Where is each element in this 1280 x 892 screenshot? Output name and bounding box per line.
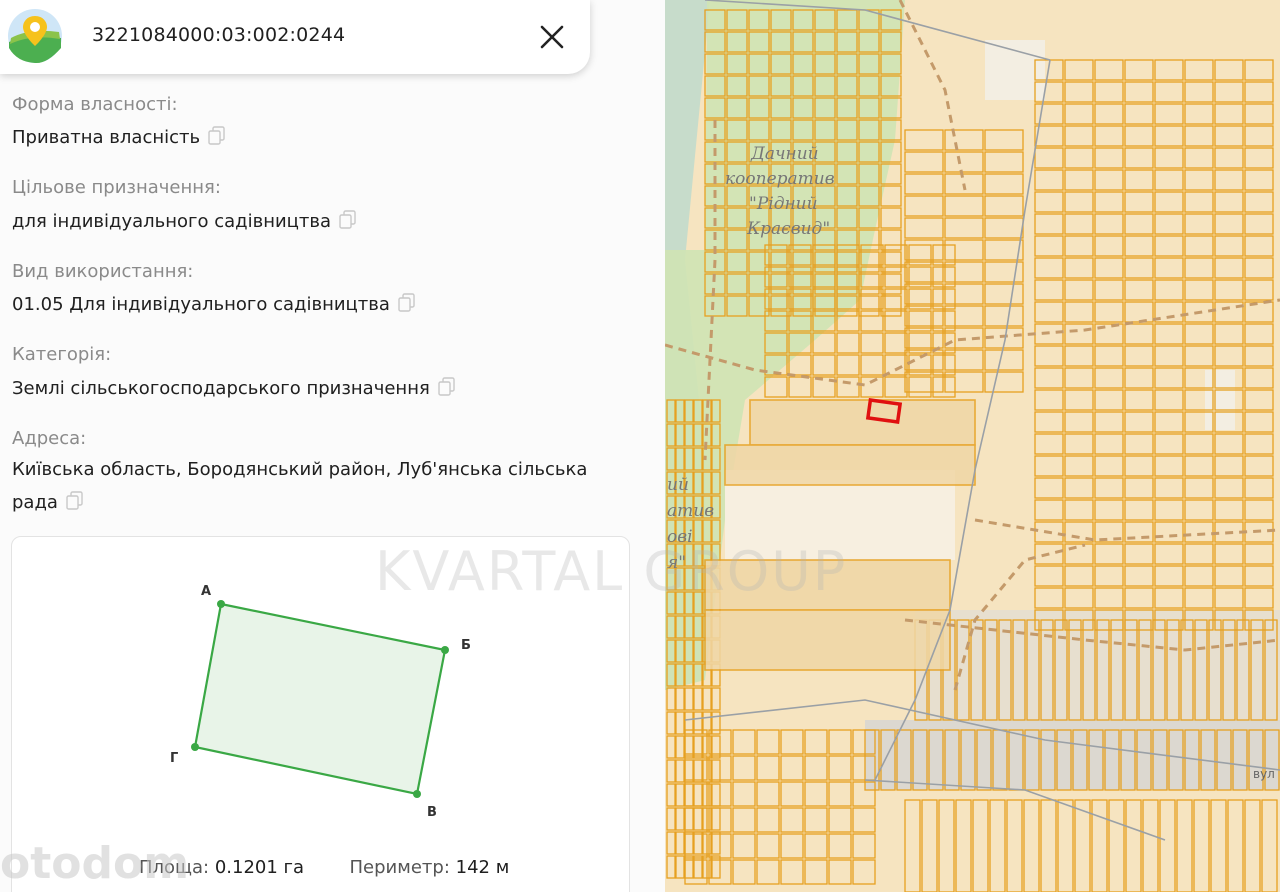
purpose-label: Цільове призначення: bbox=[12, 177, 221, 198]
map-road-label: вул bbox=[1253, 767, 1275, 781]
map-edge-text3: ові bbox=[667, 527, 693, 547]
vertex-b-dot bbox=[441, 646, 449, 654]
copy-icon[interactable] bbox=[66, 491, 84, 511]
map-edge-text4: я" bbox=[667, 553, 686, 573]
map-label-line1: Дачний bbox=[750, 144, 819, 164]
purpose-value: для індивідуального садівництва bbox=[12, 205, 357, 238]
map-pin-logo-icon bbox=[8, 9, 62, 64]
search-bar: 3221084000:03:002:0244 bbox=[0, 0, 590, 74]
ownership-value: Приватна власність bbox=[12, 121, 226, 154]
category-label: Категорія: bbox=[12, 344, 112, 365]
map-label-line3: "Рідний bbox=[749, 194, 818, 214]
copy-icon[interactable] bbox=[208, 126, 226, 146]
address-value-text: рада bbox=[12, 492, 58, 513]
usage-value-text: 01.05 Для індивідуального садівництва bbox=[12, 294, 390, 315]
copy-icon[interactable] bbox=[398, 293, 416, 313]
vertex-g-dot bbox=[191, 743, 199, 751]
vertex-v-label: В bbox=[427, 805, 437, 820]
address-value-line1: Київська область, Бородянський район, Лу… bbox=[12, 459, 588, 480]
parcel-shape-card: А Б В Г Площа: 0.1201 га Периметр: 142 м bbox=[11, 536, 630, 892]
map-canvas[interactable]: Дачний кооператив "Рідний Краєвид" ий ат… bbox=[665, 0, 1280, 892]
close-icon[interactable] bbox=[534, 19, 570, 55]
area-label: Площа: bbox=[139, 857, 210, 878]
cadastral-map[interactable]: Дачний кооператив "Рідний Краєвид" ий ат… bbox=[665, 0, 1280, 892]
parcel-polygon bbox=[193, 602, 447, 796]
address-label: Адреса: bbox=[12, 428, 87, 449]
copy-icon[interactable] bbox=[339, 210, 357, 230]
map-edge-text1: ий bbox=[667, 475, 689, 495]
area-value: 0.1201 га bbox=[214, 857, 305, 878]
copy-icon[interactable] bbox=[438, 377, 456, 397]
vertex-a-label: А bbox=[201, 584, 211, 599]
map-label-line2: кооператив bbox=[725, 169, 835, 189]
category-value: Землі сільськогосподарського призначення bbox=[12, 372, 456, 405]
ownership-label: Форма власності: bbox=[12, 94, 178, 115]
vertex-a-dot bbox=[217, 600, 225, 608]
map-edge-text2: атив bbox=[667, 501, 714, 521]
vertex-g-label: Г bbox=[170, 751, 178, 766]
perimeter-value: 142 м bbox=[455, 857, 510, 878]
parcel-shape-diagram: А Б В Г bbox=[170, 584, 471, 820]
vertex-v-dot bbox=[413, 790, 421, 798]
usage-label: Вид використання: bbox=[12, 261, 194, 282]
perimeter-label: Периметр: bbox=[349, 857, 450, 878]
vertex-b-label: Б bbox=[461, 638, 471, 653]
info-panel: 3221084000:03:002:0244 Форма власності: … bbox=[0, 0, 665, 892]
ownership-value-text: Приватна власність bbox=[12, 127, 201, 148]
purpose-value-text: для індивідуального садівництва bbox=[12, 211, 332, 232]
address-value-line2: рада bbox=[12, 486, 84, 519]
map-label-line4: Краєвид" bbox=[746, 219, 830, 239]
parcel-stats: Площа: 0.1201 га Периметр: 142 м bbox=[139, 857, 509, 878]
category-value-text: Землі сільськогосподарського призначення bbox=[12, 378, 430, 399]
usage-value: 01.05 Для індивідуального садівництва bbox=[12, 288, 416, 321]
cadastral-number[interactable]: 3221084000:03:002:0244 bbox=[92, 24, 345, 46]
